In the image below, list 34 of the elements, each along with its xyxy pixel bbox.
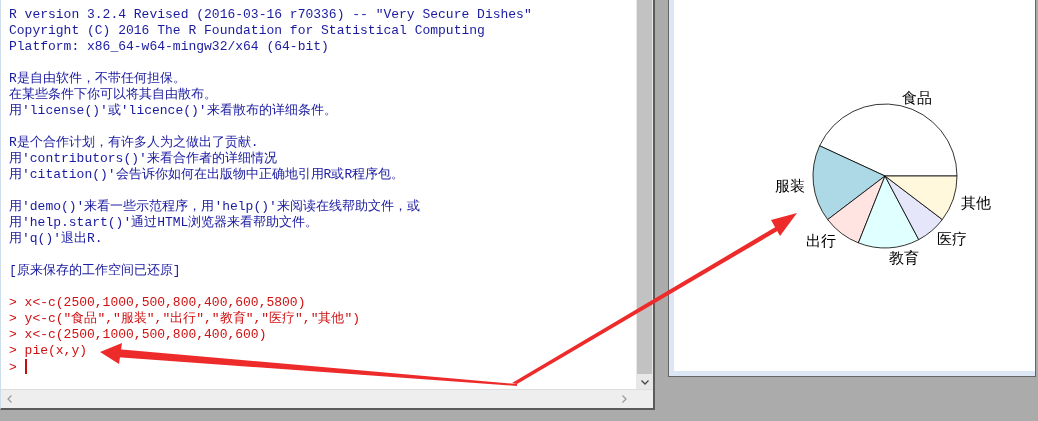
command-text: y<-c("食品","服装","出行","教育","医疗","其他") [24,311,361,326]
output-text: 用'contributors()'来看合作者的详细情况 [9,151,277,166]
slice-label: 服装 [774,176,805,195]
output-text: [原来保存的工作空间已还原] [9,263,181,278]
prompt: > [9,295,17,310]
output-text: 用'help.start()'通过HTML浏览器来看帮助文件。 [9,215,319,230]
command-text: x<-c(2500,1000,500,800,400,600) [24,327,267,342]
prompt: > [9,327,17,342]
output-text: Platform: x86_64-w64-mingw32/x64 (64-bit) [9,39,329,54]
output-text: R version 3.2.4 Revised (2016-03-16 r70336) -- "Very Secure Dishes" [9,7,532,22]
prompt: > [9,343,17,358]
slice-label: 出行 [806,232,837,251]
prompt: > [9,311,17,326]
command-text: pie(x,y) [24,343,88,358]
output-text: 用'q()'退出R. [9,231,103,246]
slice-label: 教育 [889,248,920,267]
scroll-right-icon[interactable] [622,395,627,403]
output-text: R是个合作计划，有许多人为之做出了贡献. [9,135,259,150]
prompt: > [9,360,17,375]
slice-label: 食品 [902,89,933,108]
scroll-down-icon[interactable] [640,380,649,385]
slice-label: 其他 [961,193,992,212]
output-text: 在某些条件下你可以将其自由散布。 [9,87,217,102]
text-cursor [24,359,27,374]
output-text: Copyright (C) 2016 The R Foundation for Statistical Computing [9,23,485,38]
slice-label: 医疗 [937,229,968,248]
output-text: 用'license()'或'licence()'来看散布的详细条件。 [9,103,337,118]
output-text: 用'demo()'来看一些示范程序，用'help()'来阅读在线帮助文件，或 [9,199,420,214]
output-text: 用'citation()'会告诉你如何在出版物中正确地引用R或R程序包。 [9,167,405,182]
output-text: R是自由软件，不带任何担保。 [9,71,186,86]
horizontal-scrollbar[interactable] [1,389,653,408]
scroll-left-icon[interactable] [7,395,12,403]
vertical-scrollbar[interactable] [636,0,653,389]
command-text: x<-c(2500,1000,500,800,400,600,5800) [24,295,306,310]
